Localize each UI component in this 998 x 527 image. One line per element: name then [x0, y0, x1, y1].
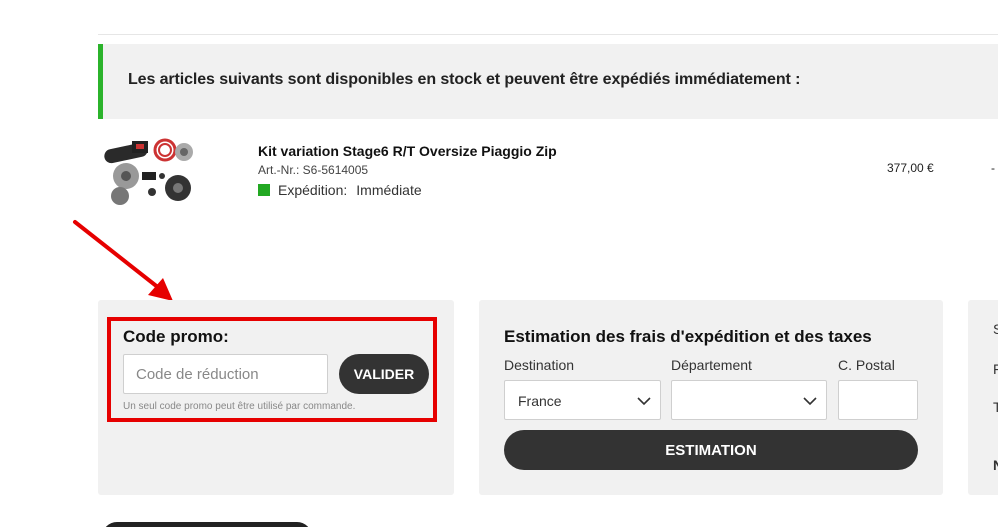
- department-select[interactable]: [671, 380, 827, 420]
- product-price: 377,00 €: [887, 161, 934, 175]
- summary-row-label: T: [993, 399, 998, 415]
- chevron-down-icon: [637, 397, 651, 406]
- validate-promo-button[interactable]: VALIDER: [339, 354, 429, 394]
- promo-code-panel: Code promo: VALIDER Un seul code promo p…: [98, 300, 454, 495]
- promo-code-input[interactable]: [123, 354, 328, 394]
- postal-code-label: C. Postal: [838, 357, 895, 373]
- summary-row-label: N: [993, 457, 998, 473]
- stock-availability-banner: Les articles suivants sont disponibles e…: [98, 44, 998, 119]
- quantity-decrease[interactable]: -: [991, 161, 995, 175]
- product-sku: Art.-Nr.: S6-5614005: [258, 163, 369, 177]
- continue-button[interactable]: [102, 522, 312, 527]
- shipping-estimate-title: Estimation des frais d'expédition et des…: [504, 327, 872, 346]
- in-stock-square-icon: [258, 184, 270, 196]
- chevron-down-icon: [803, 397, 817, 406]
- stock-banner-text: Les articles suivants sont disponibles e…: [128, 71, 801, 88]
- promo-title: Code promo:: [123, 327, 229, 346]
- destination-selected-value: France: [518, 393, 562, 409]
- variator-kit-image[interactable]: [102, 136, 194, 208]
- summary-row-label: S: [993, 321, 998, 337]
- promo-note: Un seul code promo peut être utilisé par…: [123, 401, 356, 412]
- top-divider: [98, 34, 998, 35]
- shipping-estimate-panel: Estimation des frais d'expédition et des…: [479, 300, 943, 495]
- estimate-button[interactable]: ESTIMATION: [504, 430, 918, 470]
- summary-row-label: F: [993, 361, 998, 377]
- postal-code-input[interactable]: [838, 380, 918, 420]
- red-arrow-annotation-icon: [73, 220, 173, 301]
- cart-item: Kit variation Stage6 R/T Oversize Piaggi…: [98, 130, 998, 210]
- shipping-label: Expédition:: [278, 182, 348, 198]
- order-summary-panel: S F T N: [968, 300, 998, 495]
- department-label: Département: [671, 357, 752, 373]
- destination-select[interactable]: France: [504, 380, 661, 420]
- product-shipping-status: Expédition: Immédiate: [258, 182, 422, 198]
- shipping-value: Immédiate: [356, 182, 422, 198]
- product-name-link[interactable]: Kit variation Stage6 R/T Oversize Piaggi…: [258, 143, 557, 159]
- destination-label: Destination: [504, 357, 575, 373]
